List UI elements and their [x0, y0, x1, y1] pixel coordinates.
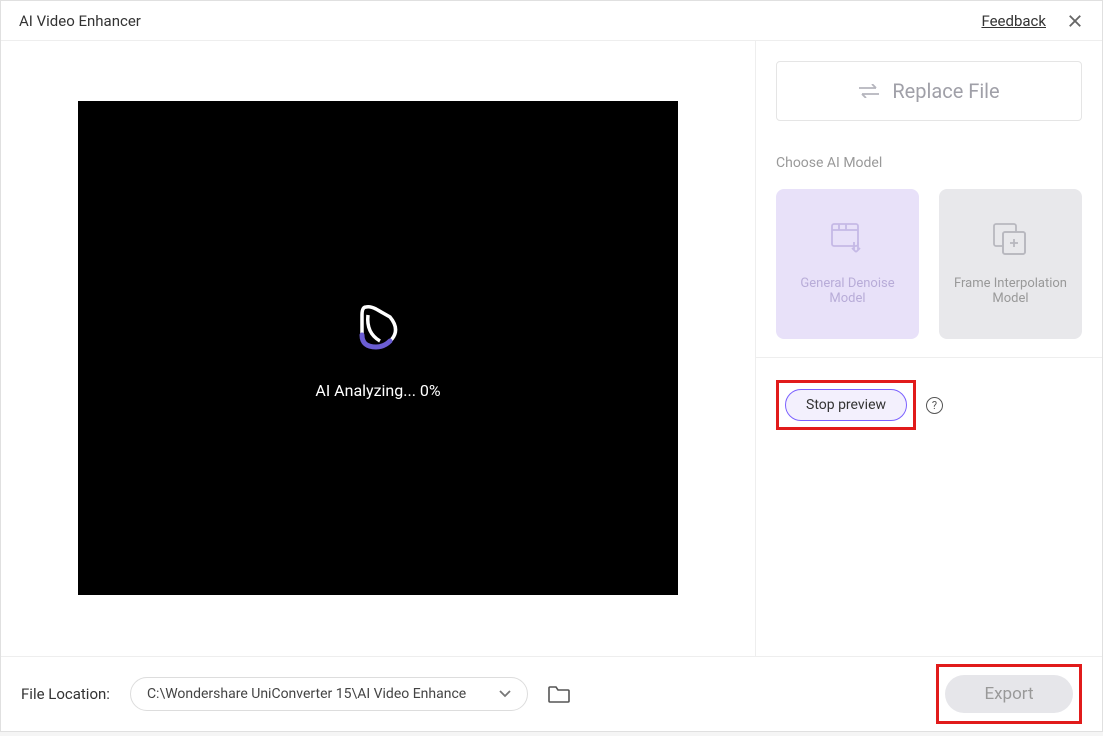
window-title: AI Video Enhancer	[19, 12, 141, 30]
folder-icon[interactable]	[548, 685, 570, 703]
file-location-label: File Location:	[21, 685, 110, 703]
replace-file-button[interactable]: Replace File	[776, 61, 1082, 121]
highlight-annotation: Export	[936, 664, 1082, 724]
app-logo-icon	[348, 297, 408, 357]
titlebar: AI Video Enhancer Feedback	[1, 1, 1102, 41]
video-preview: AI Analyzing... 0%	[78, 101, 678, 595]
model-frame-interpolation[interactable]: Frame Interpolation Model	[939, 189, 1082, 339]
interpolation-icon	[991, 222, 1031, 256]
video-panel: AI Analyzing... 0%	[1, 41, 755, 656]
help-icon[interactable]: ?	[926, 397, 943, 414]
chevron-down-icon	[499, 690, 511, 698]
model-label: Frame Interpolation Model	[939, 276, 1082, 306]
sidebar: Replace File Choose AI Model General Den…	[755, 41, 1102, 656]
stop-preview-button[interactable]: Stop preview	[785, 389, 907, 421]
replace-file-label: Replace File	[892, 79, 999, 103]
file-location-path: C:\Wondershare UniConverter 15\AI Video …	[147, 686, 466, 702]
close-icon[interactable]	[1066, 12, 1084, 30]
footer-left: File Location: C:\Wondershare UniConvert…	[21, 677, 570, 711]
preview-row: Stop preview ?	[776, 380, 1082, 430]
divider	[756, 357, 1102, 358]
footer: File Location: C:\Wondershare UniConvert…	[1, 656, 1102, 731]
model-label: General Denoise Model	[776, 276, 919, 306]
analyzing-status: AI Analyzing... 0%	[315, 381, 440, 400]
file-location-select[interactable]: C:\Wondershare UniConverter 15\AI Video …	[130, 677, 528, 711]
choose-model-header: Choose AI Model	[776, 155, 1082, 171]
window: AI Video Enhancer Feedback AI Analyzing.…	[0, 0, 1103, 732]
highlight-annotation: Stop preview	[776, 380, 916, 430]
swap-icon	[858, 84, 880, 98]
model-grid: General Denoise Model Frame Interpolatio…	[776, 189, 1082, 339]
export-button[interactable]: Export	[945, 675, 1073, 713]
content: AI Analyzing... 0% Replace File Choose A…	[1, 41, 1102, 656]
feedback-link[interactable]: Feedback	[981, 12, 1046, 30]
model-general-denoise[interactable]: General Denoise Model	[776, 189, 919, 339]
denoise-icon	[828, 222, 868, 256]
